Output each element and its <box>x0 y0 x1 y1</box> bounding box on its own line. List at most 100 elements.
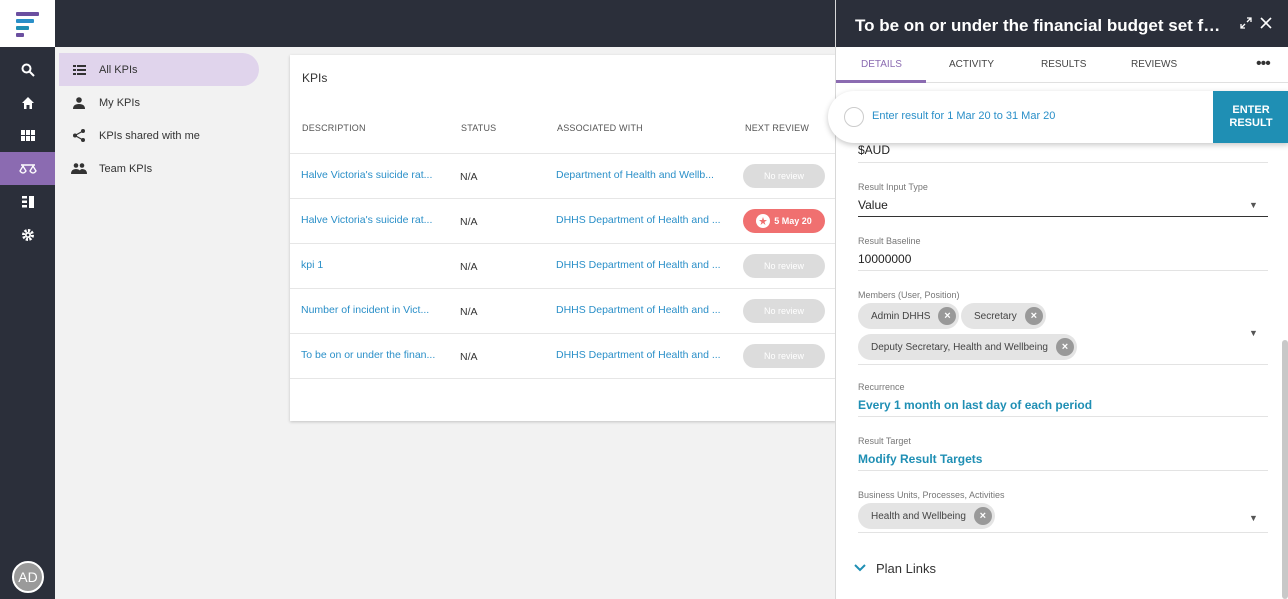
list-icon[interactable] <box>0 185 55 218</box>
table-row[interactable]: To be on or under the finan... N/A DHHS … <box>290 333 836 378</box>
chevron-down-icon[interactable]: ▼ <box>1249 328 1258 338</box>
divider <box>858 162 1268 163</box>
nav-item-my-kpis[interactable]: My KPIs <box>59 86 259 119</box>
select-underline <box>858 216 1268 217</box>
result-target-label: Result Target <box>858 436 911 446</box>
divider <box>858 364 1268 365</box>
plan-links-toggle[interactable]: Plan Links <box>854 559 936 577</box>
panel-tabs: DETAILS ACTIVITY RESULTS REVIEWS ••• <box>836 47 1288 83</box>
nav-item-label: KPIs shared with me <box>99 129 200 142</box>
kpi-status: N/A <box>460 261 478 273</box>
kpi-associated-link[interactable]: DHHS Department of Health and ... <box>556 304 726 316</box>
panel-scrollbar[interactable] <box>1282 340 1288 599</box>
home-icon[interactable] <box>0 86 55 119</box>
more-options-icon[interactable]: ••• <box>1256 55 1271 73</box>
kpi-description-link[interactable]: To be on or under the finan... <box>301 349 446 361</box>
expand-icon[interactable] <box>1240 16 1252 34</box>
member-chip[interactable]: Admin DHHS × <box>858 303 960 329</box>
card-title: KPIs <box>302 71 328 85</box>
panel-header: To be on or under the financial budget s… <box>836 0 1288 47</box>
table-row[interactable]: kpi 1 N/A DHHS Department of Health and … <box>290 243 836 288</box>
remove-chip-icon[interactable]: × <box>1024 307 1043 325</box>
top-bar <box>55 0 836 47</box>
tab-reviews[interactable]: REVIEWS <box>1131 59 1177 70</box>
tab-details[interactable]: DETAILS <box>861 59 902 70</box>
search-icon[interactable] <box>0 53 55 86</box>
kpi-description-link[interactable]: Halve Victoria's suicide rat... <box>301 169 446 181</box>
review-due-pill[interactable]: 5 May 20 <box>743 209 825 233</box>
review-pill[interactable]: No review <box>743 164 825 188</box>
avatar[interactable]: AD <box>12 561 44 593</box>
enter-result-prompt[interactable]: Enter result for 1 Mar 20 to 31 Mar 20 <box>872 110 1055 122</box>
remove-chip-icon[interactable]: × <box>1055 338 1074 356</box>
table-row[interactable]: Halve Victoria's suicide rat... N/A Depa… <box>290 153 836 198</box>
grid-icon[interactable] <box>0 119 55 152</box>
nav-item-label: All KPIs <box>99 63 138 76</box>
recurrence-link[interactable]: Every 1 month on last day of each period <box>858 398 1092 412</box>
active-tab-indicator <box>836 80 926 83</box>
share-icon <box>59 129 99 142</box>
chip-label: Admin DHHS <box>871 310 931 322</box>
kpi-status: N/A <box>460 306 478 318</box>
review-pill[interactable]: No review <box>743 299 825 323</box>
chevron-down-icon[interactable]: ▼ <box>1249 513 1258 523</box>
plan-links-label: Plan Links <box>876 560 936 576</box>
business-unit-chip[interactable]: Health and Wellbeing × <box>858 503 995 529</box>
panel-title: To be on or under the financial budget s… <box>855 16 1225 35</box>
members-label: Members (User, Position) <box>858 290 960 300</box>
tab-activity[interactable]: ACTIVITY <box>949 59 994 70</box>
review-due-icon <box>756 214 771 228</box>
remove-chip-icon[interactable]: × <box>938 307 957 325</box>
kpi-table-card: KPIs DESCRIPTION STATUS ASSOCIATED WITH … <box>290 55 836 421</box>
chip-label: Deputy Secretary, Health and Wellbeing <box>871 341 1048 353</box>
member-chip[interactable]: Secretary × <box>961 303 1046 329</box>
member-chip[interactable]: Deputy Secretary, Health and Wellbeing × <box>858 334 1077 360</box>
kpi-associated-link[interactable]: DHHS Department of Health and ... <box>556 214 726 226</box>
column-header-status[interactable]: STATUS <box>461 123 496 133</box>
review-pill[interactable]: No review <box>743 254 825 278</box>
divider <box>858 270 1268 271</box>
kpi-associated-link[interactable]: DHHS Department of Health and ... <box>556 259 726 271</box>
person-icon <box>59 96 99 109</box>
kpi-status: N/A <box>460 351 478 363</box>
nav-item-all-kpis[interactable]: All KPIs <box>59 53 259 86</box>
kpi-description-link[interactable]: kpi 1 <box>301 259 446 271</box>
kpi-associated-link[interactable]: Department of Health and Wellb... <box>556 169 726 181</box>
enter-result-button[interactable]: ENTER RESULT <box>1213 91 1288 143</box>
chevron-down-icon <box>854 559 866 577</box>
unit-value: $AUD <box>858 143 891 157</box>
nav-item-team-kpis[interactable]: Team KPIs <box>59 152 259 185</box>
chip-label: Health and Wellbeing <box>871 510 966 522</box>
modify-result-targets-link[interactable]: Modify Result Targets <box>858 452 982 466</box>
divider <box>858 470 1268 471</box>
gear-icon[interactable] <box>0 218 55 251</box>
enter-result-banner: Enter result for 1 Mar 20 to 31 Mar 20 E… <box>828 91 1288 143</box>
result-baseline-field[interactable]: 10000000 <box>858 252 911 266</box>
kpi-description-link[interactable]: Number of incident in Vict... <box>301 304 446 316</box>
remove-chip-icon[interactable]: × <box>973 507 992 525</box>
check-circle-icon <box>844 107 864 127</box>
recurrence-label: Recurrence <box>858 382 905 392</box>
app-logo[interactable] <box>0 0 55 47</box>
list-icon <box>59 64 99 75</box>
app-rail: AD <box>0 0 55 599</box>
chevron-down-icon[interactable]: ▼ <box>1249 200 1258 210</box>
table-row[interactable]: Number of incident in Vict... N/A DHHS D… <box>290 288 836 333</box>
nav-item-label: My KPIs <box>99 96 140 109</box>
divider <box>858 416 1268 417</box>
close-icon[interactable] <box>1260 16 1272 34</box>
column-header-description[interactable]: DESCRIPTION <box>302 123 366 133</box>
table-row[interactable]: Halve Victoria's suicide rat... N/A DHHS… <box>290 198 836 243</box>
kpi-status: N/A <box>460 216 478 228</box>
kpi-associated-link[interactable]: DHHS Department of Health and ... <box>556 349 726 361</box>
kpi-status: N/A <box>460 171 478 183</box>
tab-results[interactable]: RESULTS <box>1041 59 1086 70</box>
review-pill[interactable]: No review <box>743 344 825 368</box>
nav-item-shared-kpis[interactable]: KPIs shared with me <box>59 119 259 152</box>
result-input-type-select[interactable]: Value <box>858 198 888 212</box>
kpi-description-link[interactable]: Halve Victoria's suicide rat... <box>301 214 446 226</box>
table-footer-divider <box>290 378 836 379</box>
scales-icon[interactable] <box>0 152 55 185</box>
column-header-next-review[interactable]: NEXT REVIEW <box>745 123 809 133</box>
column-header-associated[interactable]: ASSOCIATED WITH <box>557 123 643 133</box>
